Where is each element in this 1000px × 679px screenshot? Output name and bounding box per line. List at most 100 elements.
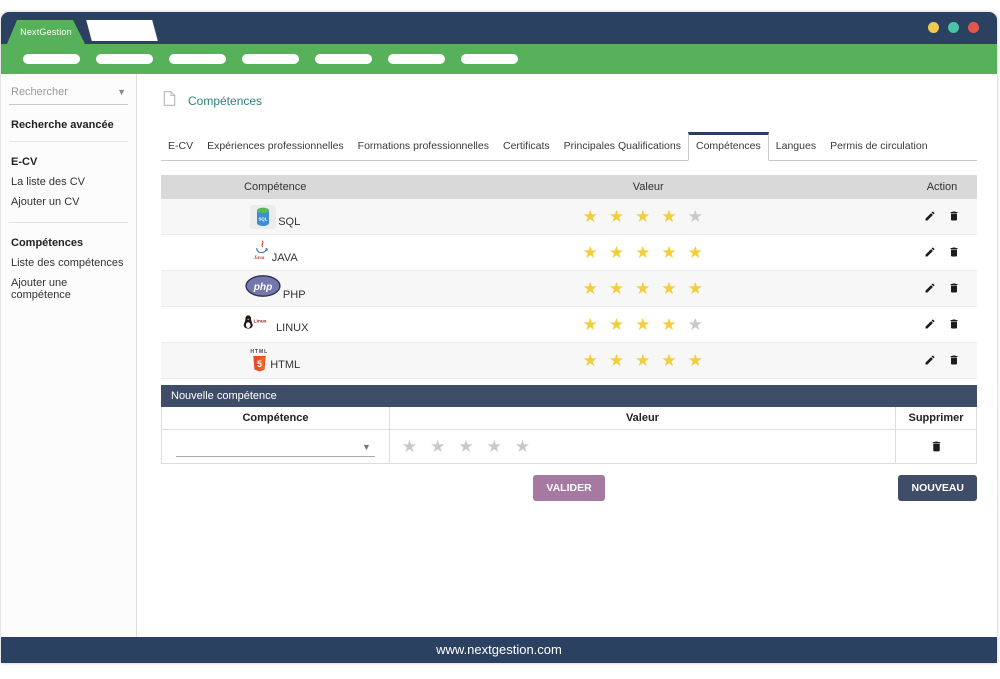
rating-stars: ★★★★★ (583, 243, 714, 262)
star-filled-icon: ★ (609, 243, 635, 262)
nav-pill-item[interactable] (461, 54, 518, 64)
skill-label: PHP (283, 289, 306, 302)
header-supprimer: Supprimer (896, 412, 976, 424)
delete-icon[interactable] (948, 246, 960, 258)
tab-qualifications[interactable]: Principales Qualifications (557, 132, 688, 160)
nav-pill-item[interactable] (169, 54, 226, 64)
table-row-sql: SQL SQL ★★★★★ (161, 199, 977, 235)
star-filled-icon: ★ (583, 315, 609, 334)
delete-icon[interactable] (948, 282, 960, 294)
star-filled-icon: ★ (583, 207, 609, 226)
star-empty-icon[interactable]: ★ (430, 437, 458, 456)
tab-competences[interactable]: Compétences (688, 132, 769, 161)
edit-icon[interactable] (924, 354, 936, 366)
footer-url: www.nextgestion.com (436, 642, 562, 657)
html5-icon: HTML 5 (250, 350, 268, 372)
star-filled-icon: ★ (635, 243, 661, 262)
skills-table: Compétence Valeur Action SQL SQL (161, 175, 977, 379)
star-empty-icon[interactable]: ★ (487, 437, 515, 456)
star-filled-icon: ★ (609, 351, 635, 370)
search-select[interactable]: Rechercher ▼ (9, 84, 128, 105)
star-empty-icon[interactable]: ★ (458, 437, 486, 456)
edit-icon[interactable] (924, 246, 936, 258)
document-icon (163, 90, 176, 112)
skill-label: JAVA (272, 252, 298, 265)
delete-icon[interactable] (948, 210, 960, 222)
delete-icon[interactable] (948, 318, 960, 330)
star-empty-icon[interactable]: ★ (515, 437, 543, 456)
main-navbar (1, 44, 997, 74)
tab-langues[interactable]: Langues (769, 132, 823, 160)
edit-icon[interactable] (924, 210, 936, 222)
new-skill-row: ▼ ★★★★★ (162, 430, 976, 463)
nav-pill-item[interactable] (388, 54, 445, 64)
tab-certificats[interactable]: Certificats (496, 132, 557, 160)
traffic-light-green-icon[interactable] (948, 22, 959, 33)
star-filled-icon: ★ (635, 207, 661, 226)
star-filled-icon: ★ (688, 279, 714, 298)
tab-bar: E-CV Expériences professionnelles Format… (161, 132, 977, 161)
secondary-tab[interactable] (86, 20, 158, 41)
star-filled-icon: ★ (583, 279, 609, 298)
tab-formations[interactable]: Formations professionnelles (351, 132, 496, 160)
skill-label: SQL (278, 216, 300, 229)
star-filled-icon: ★ (583, 351, 609, 370)
rating-input-stars[interactable]: ★★★★★ (402, 437, 543, 457)
sidebar-item-skill-list[interactable]: Liste des compétences (11, 253, 126, 273)
nav-pill-item[interactable] (23, 54, 80, 64)
sidebar-item-advanced-search[interactable]: Recherche avancée (11, 119, 126, 131)
star-empty-icon: ★ (688, 315, 714, 334)
new-skill-table: Compétence Valeur Supprimer ▼ ★★★★★ (161, 407, 977, 464)
delete-icon[interactable] (948, 354, 960, 366)
edit-icon[interactable] (924, 282, 936, 294)
nav-pill-item[interactable] (242, 54, 299, 64)
sql-database-icon: SQL (250, 205, 276, 229)
content-area: Rechercher ▼ Recherche avancée E-CV La l… (1, 74, 997, 637)
new-button[interactable]: NOUVEAU (898, 475, 977, 501)
svg-text:Java: Java (253, 255, 265, 260)
tab-experiences[interactable]: Expériences professionnelles (200, 132, 351, 160)
sidebar-item-add-cv[interactable]: Ajouter un CV (11, 192, 126, 212)
star-empty-icon[interactable]: ★ (402, 437, 430, 456)
tab-permis[interactable]: Permis de circulation (823, 132, 934, 160)
new-skill-section-header: Nouvelle compétence (161, 385, 977, 407)
skill-label: LINUX (276, 322, 308, 335)
star-filled-icon: ★ (583, 243, 609, 262)
star-filled-icon: ★ (688, 243, 714, 262)
star-filled-icon: ★ (635, 315, 661, 334)
nav-pill-item[interactable] (96, 54, 153, 64)
sidebar-item-cv-list[interactable]: La liste des CV (11, 172, 126, 192)
sidebar-group-ecv: E-CV (11, 156, 126, 168)
star-filled-icon: ★ (609, 207, 635, 226)
skills-table-header: Compétence Valeur Action (161, 175, 977, 199)
svg-text:php: php (253, 282, 273, 293)
brand-tab[interactable]: NextGestion (7, 20, 85, 44)
window-titlebar: NextGestion (1, 12, 997, 44)
java-icon: Java (253, 240, 270, 265)
rating-stars: ★★★★★ (583, 315, 714, 334)
rating-stars: ★★★★★ (583, 207, 714, 226)
tab-ecv[interactable]: E-CV (161, 132, 200, 160)
star-filled-icon: ★ (635, 279, 661, 298)
traffic-light-yellow-icon[interactable] (928, 22, 939, 33)
table-row-java: Java JAVA ★★★★★ (161, 235, 977, 271)
nav-pill-item[interactable] (315, 54, 372, 64)
validate-button[interactable]: VALIDER (533, 475, 604, 501)
search-placeholder: Rechercher (11, 86, 68, 98)
traffic-light-red-icon[interactable] (968, 22, 979, 33)
php-icon: php (245, 275, 281, 302)
new-skill-select[interactable]: ▼ (176, 437, 375, 457)
delete-icon[interactable] (930, 440, 943, 453)
new-skill-table-header: Compétence Valeur Supprimer (162, 407, 976, 430)
rating-stars: ★★★★★ (583, 351, 714, 370)
header-competence: Compétence (162, 407, 390, 429)
button-row: VALIDER NOUVEAU (161, 475, 977, 501)
sidebar-divider (9, 141, 128, 142)
sidebar: Rechercher ▼ Recherche avancée E-CV La l… (1, 74, 137, 637)
sidebar-item-add-skill[interactable]: Ajouter une compétence (11, 273, 126, 305)
header-valeur: Valeur (389, 181, 907, 193)
footer-bar: www.nextgestion.com (1, 637, 997, 663)
edit-icon[interactable] (924, 318, 936, 330)
star-filled-icon: ★ (688, 351, 714, 370)
linux-tux-icon: Linux (242, 314, 274, 335)
